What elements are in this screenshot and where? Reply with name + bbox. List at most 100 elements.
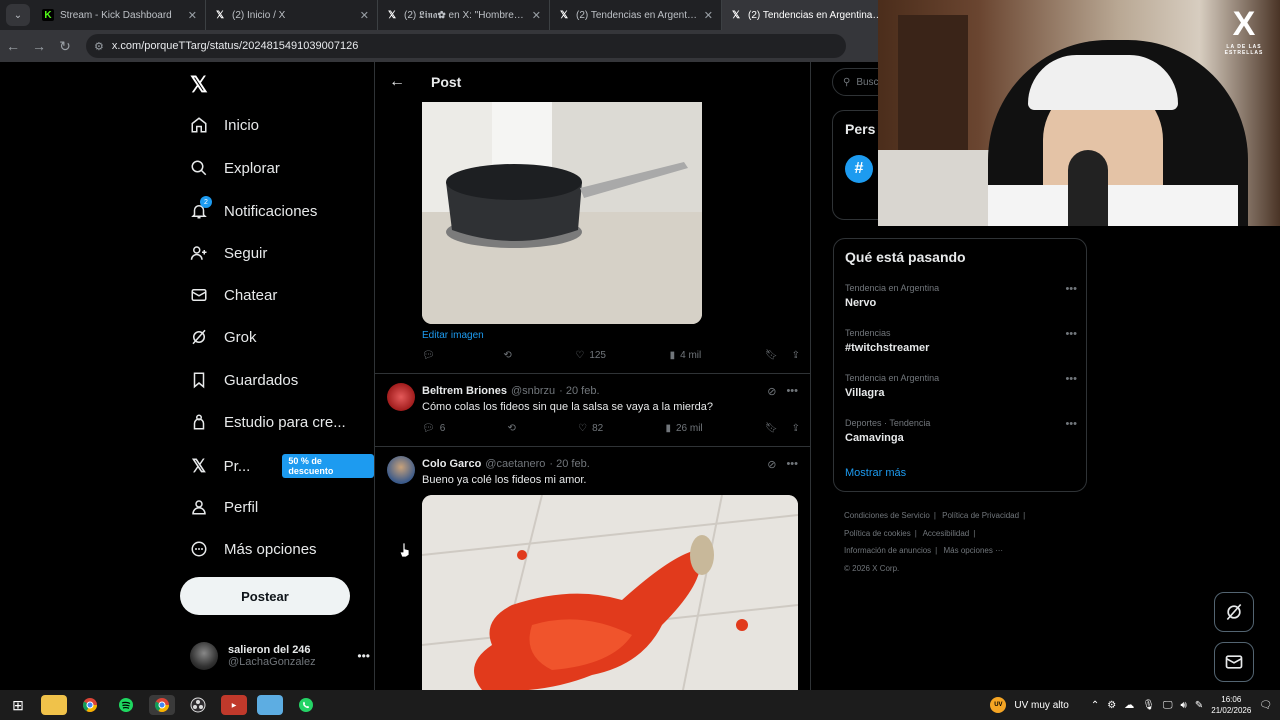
nav-item-premium[interactable]: 𝕏 Pr... 50 % de descuento — [188, 454, 374, 478]
avatar[interactable] — [387, 456, 415, 484]
tweet-date[interactable]: · 20 feb. — [559, 385, 599, 397]
nav-item-notificaciones[interactable]: 2 Notificaciones — [188, 196, 317, 222]
nav-item-chatear[interactable]: Chatear — [188, 284, 277, 306]
messages-fab-button[interactable] — [1214, 642, 1254, 682]
tweet-date[interactable]: · 20 feb. — [549, 458, 589, 470]
grok-icon[interactable]: ⊘ — [767, 385, 776, 398]
nav-item-inicio[interactable]: Inicio — [188, 114, 259, 136]
browser-tab[interactable]: K Stream - Kick Dashboard ✕ — [34, 0, 206, 30]
notifications-icon[interactable]: 🗨︎ — [1259, 700, 1272, 711]
bookmark-icon[interactable]: 🔖︎ — [765, 350, 778, 361]
footer-link[interactable]: Política de cookies — [844, 529, 911, 538]
more-dots-icon[interactable]: ••• — [357, 649, 370, 663]
tray-app-icon[interactable]: ⚙ — [1107, 700, 1116, 711]
video-editor-icon[interactable]: ▶ — [221, 695, 247, 715]
reply-button[interactable]: 💬︎ — [422, 350, 440, 361]
footer-link[interactable]: Política de Privacidad — [942, 511, 1019, 520]
avatar[interactable] — [387, 383, 415, 411]
hashtag-icon[interactable]: # — [845, 155, 873, 183]
windows-start-icon[interactable]: ⊞ — [5, 695, 31, 715]
nav-item-grok[interactable]: Grok — [188, 326, 257, 348]
browser-tab-active[interactable]: 𝕏 (2) Tendencias en Argentina en — [722, 0, 894, 30]
volume-icon[interactable]: 🔊︎ — [1181, 700, 1187, 711]
whatsapp-icon[interactable] — [293, 695, 319, 715]
views-button[interactable]: ▮ 4 mil — [670, 350, 702, 361]
like-button[interactable]: ♡ 82 — [578, 423, 603, 434]
file-explorer-icon[interactable] — [41, 695, 67, 715]
reply-button[interactable]: 💬︎ 6 — [422, 423, 445, 434]
browser-tab[interactable]: 𝕏 (2) Tendencias en Argentina (@ ✕ — [550, 0, 722, 30]
weather-uv-icon[interactable]: UV — [990, 697, 1007, 713]
weather-text[interactable]: UV muy alto — [1014, 700, 1068, 711]
trend-item[interactable]: Tendencia en Argentina Nervo ••• — [845, 283, 1077, 309]
tab-search-button[interactable]: ⌄ — [6, 4, 30, 26]
nav-item-perfil[interactable]: Perfil — [188, 496, 258, 518]
grok-fab-button[interactable] — [1214, 592, 1254, 632]
retweet-icon: ⟲ — [503, 350, 512, 361]
forward-arrow-icon[interactable]: → — [26, 38, 52, 54]
grok-icon[interactable]: ⊘ — [767, 458, 776, 471]
obs-icon[interactable] — [185, 695, 211, 715]
microphone-icon[interactable]: 🎙︎ — [1142, 700, 1155, 711]
show-more-link[interactable]: Mostrar más — [845, 467, 906, 479]
like-button[interactable]: ♡ 125 — [575, 350, 606, 361]
tweet-author-name[interactable]: Colo Garco — [422, 458, 481, 470]
share-icon[interactable]: ⇪ — [792, 350, 800, 361]
retweet-button[interactable]: ⟲ — [508, 423, 516, 434]
more-dots-icon[interactable]: ••• — [1065, 418, 1077, 430]
views-button[interactable]: ▮ 26 mil — [665, 423, 702, 434]
tweet-author-handle[interactable]: @snbrzu — [511, 385, 555, 397]
retweet-button[interactable]: ⟲ — [503, 350, 511, 361]
account-switcher[interactable]: salieron del 246 @LachaGonzalez ••• — [190, 642, 370, 670]
more-dots-icon[interactable]: ••• — [786, 458, 798, 471]
trend-item[interactable]: Deportes · Tendencia Camavinga ••• — [845, 418, 1077, 444]
retweet-icon: ⟲ — [507, 423, 516, 434]
pen-icon[interactable]: ✎ — [1195, 700, 1203, 711]
search-placeholder: Busc — [856, 76, 879, 88]
chrome-icon[interactable] — [77, 695, 103, 715]
site-info-icon[interactable]: ⚙ — [94, 40, 104, 53]
browser-tab[interactable]: 𝕏 (2) Inicio / X ✕ — [206, 0, 378, 30]
footer-link[interactable]: Condiciones de Servicio — [844, 511, 930, 520]
nav-item-mas-opciones[interactable]: Más opciones — [188, 538, 317, 560]
network-icon[interactable]: 🖵︎ — [1163, 700, 1173, 711]
reload-icon[interactable]: ↻ — [52, 38, 78, 55]
nav-item-estudio[interactable]: Estudio para cre... — [188, 411, 346, 433]
close-icon[interactable]: ✕ — [188, 9, 197, 22]
notes-app-icon[interactable] — [257, 695, 283, 715]
more-dots-icon[interactable]: ••• — [1065, 373, 1077, 385]
nav-item-explorar[interactable]: Explorar — [188, 157, 280, 179]
footer-link[interactable]: Más opciones ··· — [943, 546, 1003, 555]
back-arrow-icon[interactable]: ← — [0, 38, 26, 54]
footer-link[interactable]: Información de anuncios — [844, 546, 931, 555]
back-arrow-icon[interactable]: ← — [389, 73, 405, 91]
post-image-pan[interactable] — [422, 102, 702, 324]
chrome-active-icon[interactable] — [149, 695, 175, 715]
post-image-spilled-sauce[interactable] — [422, 495, 798, 690]
more-dots-icon[interactable]: ••• — [1065, 328, 1077, 340]
x-logo-icon[interactable]: 𝕏 — [190, 72, 208, 98]
more-dots-icon[interactable]: ••• — [786, 385, 798, 398]
onedrive-icon[interactable]: ☁ — [1124, 700, 1134, 711]
chevron-up-icon[interactable]: ⌃ — [1091, 700, 1099, 711]
browser-tab[interactable]: 𝕏 (2) 𝕷𝖎𝖓𝖆✿ en X: "Hombres, dig ✕ — [378, 0, 550, 30]
tweet-author-name[interactable]: Beltrem Briones — [422, 385, 507, 397]
close-icon[interactable]: ✕ — [360, 9, 369, 22]
nav-item-guardados[interactable]: Guardados — [188, 369, 298, 391]
close-icon[interactable]: ✕ — [532, 9, 541, 22]
tweet-author-handle[interactable]: @caetanero — [485, 458, 545, 470]
tweet-actions: 💬︎ ⟲ ♡ 125 ▮ 4 mil 🔖︎ ⇪ — [422, 350, 800, 361]
share-icon[interactable]: ⇪ — [792, 423, 800, 434]
post-button[interactable]: Postear — [180, 577, 350, 615]
footer-link[interactable]: Accesibilidad — [923, 529, 970, 538]
spotify-icon[interactable] — [113, 695, 139, 715]
nav-item-seguir[interactable]: Seguir — [188, 242, 267, 264]
trend-item[interactable]: Tendencia en Argentina Villagra ••• — [845, 373, 1077, 399]
close-icon[interactable]: ✕ — [704, 9, 713, 22]
bookmark-icon[interactable]: 🔖︎ — [765, 423, 778, 434]
url-field[interactable]: ⚙ x.com/porqueTTarg/status/2024815491039… — [86, 34, 846, 58]
clock[interactable]: 16:06 21/02/2026 — [1211, 694, 1251, 716]
more-dots-icon[interactable]: ••• — [1065, 283, 1077, 295]
trend-item[interactable]: Tendencias #twitchstreamer ••• — [845, 328, 1077, 354]
edit-image-link[interactable]: Editar imagen — [422, 330, 484, 341]
